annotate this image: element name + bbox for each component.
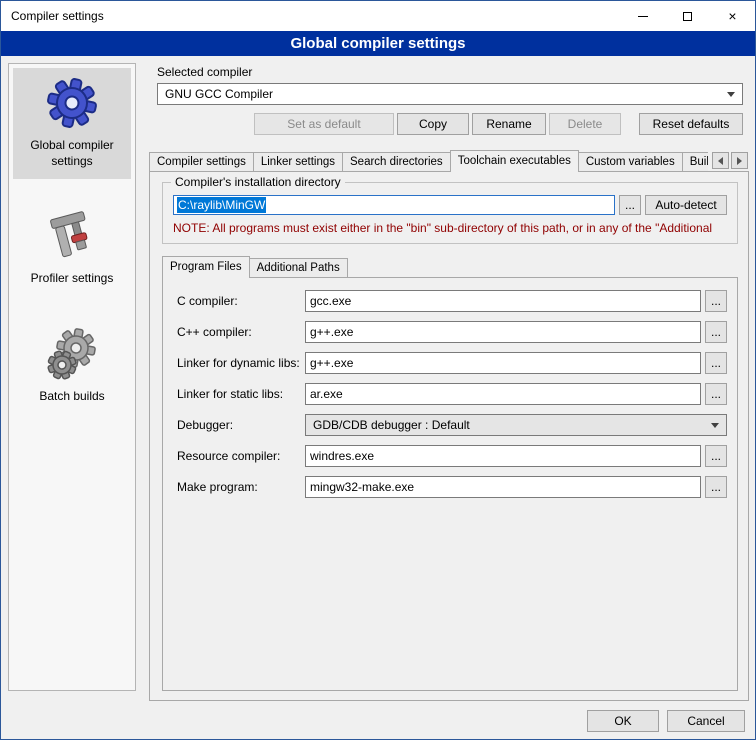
field-row-dynamic-linker: Linker for dynamic libs: ... [177,352,727,374]
window-controls: × [620,1,755,31]
field-label: Linker for dynamic libs: [177,356,305,370]
installation-directory-row: C:\raylib\MinGW ... Auto-detect [173,195,727,215]
field-row-debugger: Debugger: GDB/CDB debugger : Default [177,414,727,436]
static-libs-linker-browse-button[interactable]: ... [705,383,727,405]
installation-directory-value: C:\raylib\MinGW [177,197,266,213]
minimize-icon [638,16,648,17]
sidebar-item-label: Batch builds [39,389,104,405]
profiler-tool-icon [45,209,99,263]
dynamic-libs-linker-input[interactable] [305,352,701,374]
tab-strip: Compiler settings Linker settings Search… [149,150,749,172]
resource-compiler-input[interactable] [305,445,701,467]
installation-directory-input[interactable]: C:\raylib\MinGW [173,195,615,215]
titlebar: Compiler settings × [1,1,755,31]
sidebar-item-label: Profiler settings [31,271,114,287]
tab-linker-settings[interactable]: Linker settings [253,152,343,172]
note-text: NOTE: All programs must exist either in … [173,221,735,235]
rename-button[interactable]: Rename [472,113,546,135]
tab-toolchain-executables[interactable]: Toolchain executables [450,150,579,172]
field-row-c-compiler: C compiler: ... [177,290,727,312]
resource-compiler-browse-button[interactable]: ... [705,445,727,467]
chevron-down-icon [727,92,735,97]
cancel-button[interactable]: Cancel [667,710,745,732]
batch-builds-gears-icon [45,327,99,381]
window-title: Compiler settings [1,9,104,23]
c-compiler-browse-button[interactable]: ... [705,290,727,312]
c-compiler-input[interactable] [305,290,701,312]
sidebar-item-profiler-settings[interactable]: Profiler settings [13,201,131,297]
set-as-default-button: Set as default [254,113,394,135]
gear-icon [45,76,99,130]
tab-compiler-settings[interactable]: Compiler settings [149,152,254,172]
browse-directory-button[interactable]: ... [619,195,641,215]
static-libs-linker-input[interactable] [305,383,701,405]
copy-button[interactable]: Copy [397,113,469,135]
toolchain-executables-panel: Compiler's installation directory C:\ray… [149,171,749,701]
sidebar-item-global-compiler-settings[interactable]: Global compiler settings [13,68,131,179]
delete-button: Delete [549,113,621,135]
compiler-combobox[interactable]: GNU GCC Compiler [157,83,743,105]
close-icon: × [728,8,736,24]
triangle-left-icon [718,157,723,165]
inner-tab-strip: Program Files Additional Paths [162,256,347,278]
compiler-settings-window: Compiler settings × Global compiler sett… [0,0,756,740]
field-row-make-program: Make program: ... [177,476,727,498]
minimize-button[interactable] [620,1,665,31]
sidebar-item-label: Global compiler settings [15,138,129,169]
dialog-header-title: Global compiler settings [1,31,755,56]
field-row-resource-compiler: Resource compiler: ... [177,445,727,467]
compiler-action-buttons: Set as default Copy Rename Delete Reset … [149,113,743,135]
tab-scroll-right-button[interactable] [731,152,748,169]
triangle-right-icon [737,157,742,165]
dynamic-libs-linker-browse-button[interactable]: ... [705,352,727,374]
make-program-browse-button[interactable]: ... [705,476,727,498]
maximize-icon [683,12,692,21]
field-label: Resource compiler: [177,449,305,463]
installation-directory-label: Compiler's installation directory [171,175,345,189]
installation-directory-group: Compiler's installation directory C:\ray… [162,182,738,244]
cpp-compiler-browse-button[interactable]: ... [705,321,727,343]
reset-defaults-button[interactable]: Reset defaults [639,113,743,135]
maximize-button[interactable] [665,1,710,31]
tab-search-directories[interactable]: Search directories [342,152,451,172]
selected-compiler-label: Selected compiler [157,65,252,79]
field-label: Linker for static libs: [177,387,305,401]
debugger-combobox-value: GDB/CDB debugger : Default [313,418,470,432]
program-files-panel: C compiler: ... C++ compiler: ... Linker… [162,277,738,691]
chevron-down-icon [711,423,719,428]
field-label: C compiler: [177,294,305,308]
field-row-static-linker: Linker for static libs: ... [177,383,727,405]
tab-scroll-buttons [708,150,749,171]
tab-additional-paths[interactable]: Additional Paths [249,258,348,278]
auto-detect-button[interactable]: Auto-detect [645,195,727,215]
field-row-cpp-compiler: C++ compiler: ... [177,321,727,343]
tab-program-files[interactable]: Program Files [162,256,250,278]
sidebar: Global compiler settings Profiler settin… [8,63,136,691]
tab-scroll-left-button[interactable] [712,152,729,169]
field-label: Make program: [177,480,305,494]
ok-button[interactable]: OK [587,710,659,732]
tab-custom-variables[interactable]: Custom variables [578,152,683,172]
make-program-input[interactable] [305,476,701,498]
field-label: Debugger: [177,418,305,432]
cpp-compiler-input[interactable] [305,321,701,343]
debugger-combobox[interactable]: GDB/CDB debugger : Default [305,414,727,436]
close-button[interactable]: × [710,1,755,31]
field-label: C++ compiler: [177,325,305,339]
sidebar-item-batch-builds[interactable]: Batch builds [13,319,131,415]
compiler-combobox-value: GNU GCC Compiler [165,87,273,101]
